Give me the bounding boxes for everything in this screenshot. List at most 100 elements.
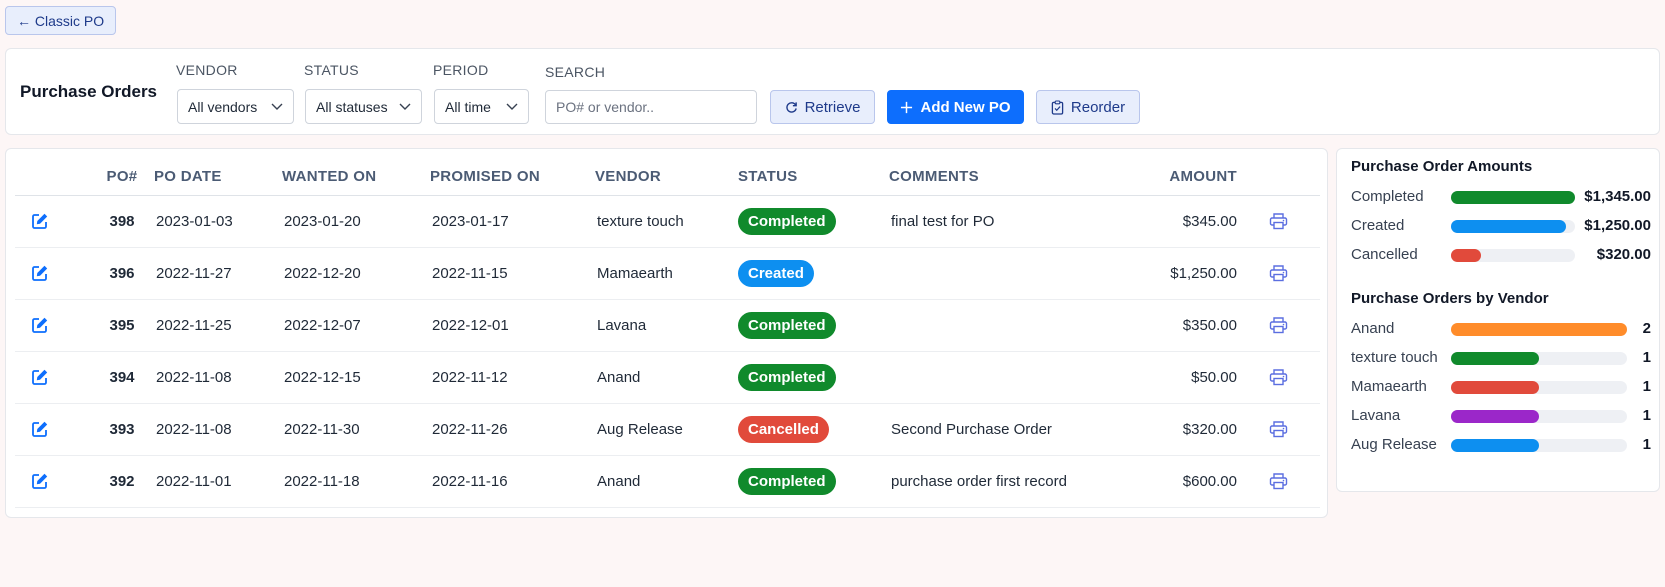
printer-icon[interactable] <box>1269 212 1288 230</box>
wanted-on-cell: 2022-11-18 <box>282 455 430 508</box>
status-cell: Cancelled <box>738 403 889 456</box>
search-input[interactable] <box>545 90 757 124</box>
printer-icon[interactable] <box>1269 420 1288 438</box>
status-cell: Completed <box>738 299 889 352</box>
reorder-button-label: Reorder <box>1070 98 1126 116</box>
purchase-orders-table: PO# PO DATE WANTED ON PROMISED ON VENDOR… <box>15 159 1320 508</box>
vendors-bar-row: Aug Release 1 <box>1351 433 1651 455</box>
toolbar-card: Purchase Orders VENDOR All vendors STATU… <box>5 48 1660 135</box>
printer-icon[interactable] <box>1269 316 1288 334</box>
promised-on-cell: 2023-01-17 <box>430 195 595 248</box>
column-header-status[interactable]: STATUS <box>738 159 889 196</box>
wanted-on-cell: 2022-11-30 <box>282 403 430 456</box>
print-cell[interactable] <box>1237 403 1320 456</box>
edit-icon[interactable] <box>31 264 49 282</box>
amount-cell: $600.00 <box>1113 455 1237 508</box>
table-row[interactable]: 396 2022-11-27 2022-12-20 2022-11-15 Mamaear… <box>15 247 1320 300</box>
reorder-button[interactable]: Reorder <box>1036 90 1140 124</box>
edit-icon[interactable] <box>31 316 49 334</box>
edit-cell[interactable] <box>15 247 90 300</box>
column-header-vendor[interactable]: VENDOR <box>595 159 738 196</box>
po-date-cell: 2022-11-08 <box>154 403 282 456</box>
add-new-po-button[interactable]: Add New PO <box>887 90 1024 124</box>
promised-on-cell: 2022-11-12 <box>430 351 595 404</box>
status-cell: Completed <box>738 195 889 248</box>
amounts-bar-track <box>1451 191 1575 204</box>
amounts-bar-row: Cancelled $320.00 <box>1351 243 1651 265</box>
po-number-cell: 393 <box>90 403 154 456</box>
print-cell[interactable] <box>1237 299 1320 352</box>
period-select[interactable]: All time <box>434 89 529 124</box>
chevron-down-icon <box>506 103 518 110</box>
edit-cell[interactable] <box>15 351 90 404</box>
edit-icon[interactable] <box>31 368 49 386</box>
promised-on-cell: 2022-11-26 <box>430 403 595 456</box>
status-select-value: All statuses <box>316 98 388 115</box>
table-row[interactable]: 395 2022-11-25 2022-12-07 2022-12-01 Lavana C… <box>15 299 1320 352</box>
edit-icon[interactable] <box>31 420 49 438</box>
vendor-cell: Lavana <box>595 299 738 352</box>
printer-icon[interactable] <box>1269 472 1288 490</box>
edit-icon[interactable] <box>31 212 49 230</box>
vendor-select[interactable]: All vendors <box>177 89 294 124</box>
print-column-header <box>1237 159 1320 196</box>
amounts-bar-fill <box>1451 220 1566 233</box>
edit-cell[interactable] <box>15 455 90 508</box>
comments-cell <box>889 351 1113 404</box>
vendors-bar-fill <box>1451 381 1539 394</box>
print-cell[interactable] <box>1237 247 1320 300</box>
status-badge: Created <box>738 259 814 287</box>
column-header-po-date[interactable]: PO DATE <box>154 159 282 196</box>
status-select[interactable]: All statuses <box>305 89 422 124</box>
table-row[interactable]: 398 2023-01-03 2023-01-20 2023-01-17 texture… <box>15 195 1320 248</box>
edit-cell[interactable] <box>15 403 90 456</box>
printer-icon[interactable] <box>1269 264 1288 282</box>
vendors-bar-row: Mamaearth 1 <box>1351 375 1651 397</box>
amounts-bar-label: Created <box>1351 217 1405 234</box>
classic-po-back-button[interactable]: ← Classic PO <box>5 6 117 35</box>
amounts-bar-value: $1,345.00 <box>1584 188 1651 205</box>
table-row[interactable]: 394 2022-11-08 2022-12-15 2022-11-12 Anand Co… <box>15 351 1320 404</box>
printer-icon[interactable] <box>1269 368 1288 386</box>
vendors-bar-value: 1 <box>1642 407 1651 424</box>
column-header-wanted-on[interactable]: WANTED ON <box>282 159 430 196</box>
retrieve-button[interactable]: Retrieve <box>770 90 875 124</box>
vendors-bar-row: Lavana 1 <box>1351 404 1651 426</box>
edit-cell[interactable] <box>15 195 90 248</box>
comments-cell: final test for PO <box>889 195 1113 248</box>
promised-on-cell: 2022-11-15 <box>430 247 595 300</box>
po-number-cell: 395 <box>90 299 154 352</box>
summary-panel: Purchase Order Amounts Completed $1,345.0… <box>1336 148 1660 492</box>
amounts-bar-value: $320.00 <box>1596 246 1651 263</box>
comments-cell: purchase order first record <box>889 455 1113 508</box>
vendor-cell: Anand <box>595 351 738 404</box>
po-date-cell: 2022-11-01 <box>154 455 282 508</box>
table-row[interactable]: 393 2022-11-08 2022-11-30 2022-11-26 Aug Rel… <box>15 403 1320 456</box>
status-badge: Completed <box>738 311 836 339</box>
chevron-down-icon <box>271 103 283 110</box>
table-row[interactable]: 392 2022-11-01 2022-11-18 2022-11-16 Anand Co… <box>15 455 1320 508</box>
column-header-amount[interactable]: AMOUNT <box>1113 159 1237 196</box>
plus-icon <box>901 101 913 113</box>
status-cell: Created <box>738 247 889 300</box>
print-cell[interactable] <box>1237 351 1320 404</box>
print-cell[interactable] <box>1237 195 1320 248</box>
table-header-row: PO# PO DATE WANTED ON PROMISED ON VENDOR… <box>15 159 1320 196</box>
vendors-bar-track <box>1451 381 1627 394</box>
vendors-bar-track <box>1451 323 1627 336</box>
column-header-po-number[interactable]: PO# <box>90 159 154 196</box>
edit-cell[interactable] <box>15 299 90 352</box>
vendors-bar-track <box>1451 439 1627 452</box>
vendors-bar-label: Lavana <box>1351 407 1401 424</box>
vendors-bar-fill <box>1451 439 1539 452</box>
vendor-cell: Aug Release <box>595 403 738 456</box>
po-date-cell: 2022-11-08 <box>154 351 282 404</box>
amounts-bar-row: Completed $1,345.00 <box>1351 185 1651 207</box>
clipboard-icon <box>1051 99 1064 115</box>
column-header-promised-on[interactable]: PROMISED ON <box>430 159 595 196</box>
edit-icon[interactable] <box>31 472 49 490</box>
wanted-on-cell: 2022-12-07 <box>282 299 430 352</box>
column-header-comments[interactable]: COMMENTS <box>889 159 1113 196</box>
print-cell[interactable] <box>1237 455 1320 508</box>
vendor-select-value: All vendors <box>188 98 258 115</box>
